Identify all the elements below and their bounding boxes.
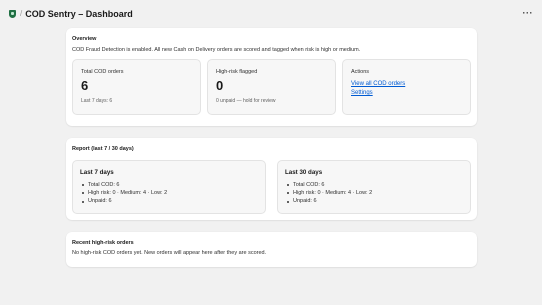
high-risk-flagged-label: High-risk flagged	[216, 69, 258, 75]
report-title: Report (last 7 / 30 days)	[72, 146, 134, 152]
report-period-list: Total COD: 6 High risk: 0 · Medium: 4 · …	[285, 181, 463, 206]
total-cod-orders-stat: Total COD orders 6 Last 7 days: 6	[72, 59, 201, 115]
report-unpaid-line: Unpaid: 6	[285, 197, 463, 205]
overview-card: Overview COD Fraud Detection is enabled.…	[66, 28, 477, 126]
report-periods: Last 7 days Total COD: 6 High risk: 0 · …	[72, 160, 471, 214]
report-total-line: Total COD: 6	[80, 181, 258, 189]
app-shield-icon	[9, 9, 16, 18]
more-actions-icon[interactable]: ···	[523, 9, 534, 18]
recent-high-risk-card: Recent high-risk orders No high-risk COD…	[66, 232, 477, 267]
high-risk-flagged-stat: High-risk flagged 0 0 unpaid — hold for …	[207, 59, 336, 115]
actions-panel: Actions View all COD orders Settings	[342, 59, 471, 115]
report-risk-line: High risk: 0 · Medium: 4 · Low: 2	[80, 189, 258, 197]
recent-empty-state: No high-risk COD orders yet. New orders …	[72, 250, 267, 256]
total-cod-orders-value: 6	[81, 78, 89, 93]
recent-high-risk-title: Recent high-risk orders	[72, 240, 134, 246]
view-all-cod-orders-link[interactable]: View all COD orders	[351, 81, 462, 87]
top-bar: / COD Sentry – Dashboard ···	[0, 0, 542, 27]
report-period-7-days: Last 7 days Total COD: 6 High risk: 0 · …	[72, 160, 266, 214]
overview-description: COD Fraud Detection is enabled. All new …	[72, 47, 361, 53]
actions-label: Actions	[351, 69, 370, 75]
report-total-line: Total COD: 6	[285, 181, 463, 189]
report-period-list: Total COD: 6 High risk: 0 · Medium: 4 · …	[80, 181, 258, 206]
total-cod-orders-sub: Last 7 days: 6	[81, 98, 113, 104]
report-period-title: Last 7 days	[80, 169, 114, 176]
total-cod-orders-label: Total COD orders	[81, 69, 124, 75]
report-period-title: Last 30 days	[285, 169, 323, 176]
settings-link[interactable]: Settings	[351, 90, 462, 96]
overview-stats: Total COD orders 6 Last 7 days: 6 High-r…	[72, 59, 471, 115]
breadcrumb-separator: /	[20, 9, 23, 18]
high-risk-flagged-value: 0	[216, 78, 224, 93]
report-card: Report (last 7 / 30 days) Last 7 days To…	[66, 138, 477, 220]
report-period-30-days: Last 30 days Total COD: 6 High risk: 0 ·…	[277, 160, 471, 214]
high-risk-flagged-sub: 0 unpaid — hold for review	[216, 98, 276, 104]
report-unpaid-line: Unpaid: 6	[80, 197, 258, 205]
overview-title: Overview	[72, 36, 97, 42]
page-title: COD Sentry – Dashboard	[25, 8, 133, 19]
report-risk-line: High risk: 0 · Medium: 4 · Low: 2	[285, 189, 463, 197]
